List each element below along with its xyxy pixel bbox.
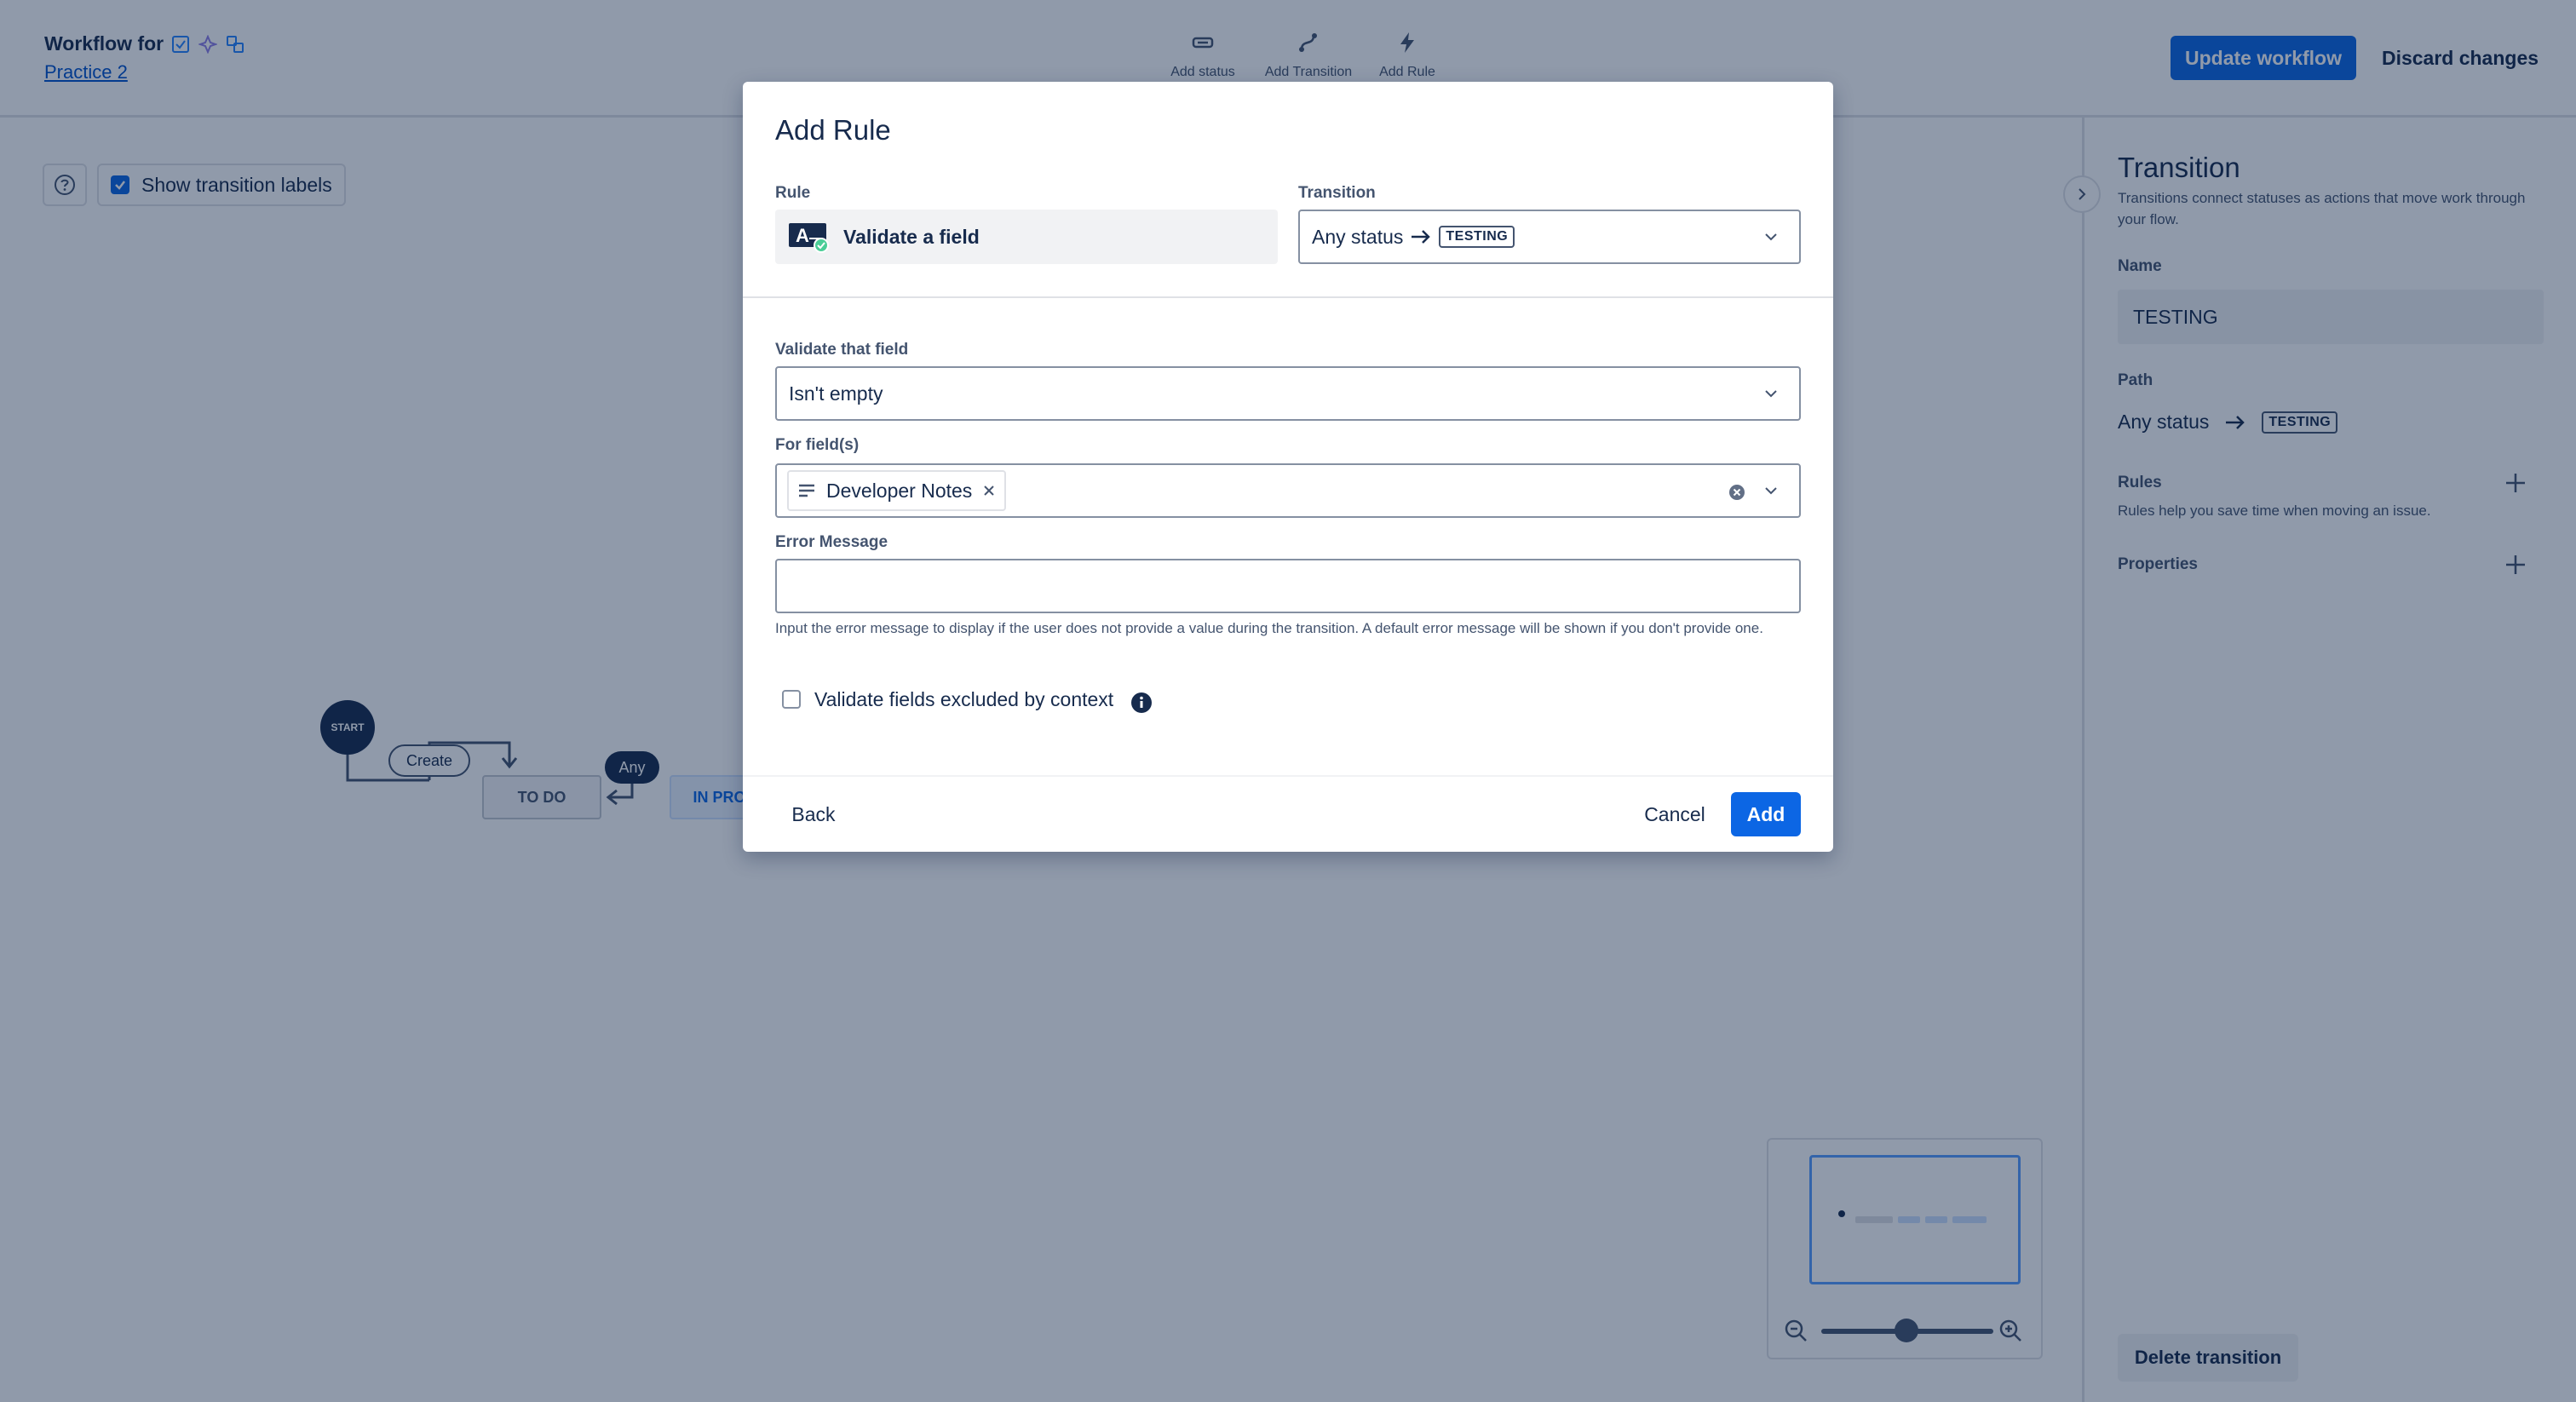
- fields-multiselect[interactable]: Developer Notes: [775, 463, 1801, 518]
- validate-excluded-option[interactable]: Validate fields excluded by context: [782, 685, 1153, 714]
- rule-name: Validate a field: [843, 225, 980, 248]
- transition-to-lozenge: TESTING: [1439, 226, 1515, 248]
- field-chip-label: Developer Notes: [826, 479, 973, 502]
- clear-selection-icon[interactable]: [1728, 483, 1746, 502]
- chevron-down-icon: [1765, 487, 1777, 495]
- field-chip: Developer Notes: [787, 470, 1007, 511]
- chevron-down-icon: [1765, 233, 1777, 241]
- validate-condition-value: Isn't empty: [789, 382, 883, 405]
- error-message-input[interactable]: [775, 559, 1801, 613]
- validate-condition-select[interactable]: Isn't empty: [775, 366, 1801, 421]
- validate-excluded-label: Validate fields excluded by context: [814, 687, 1114, 710]
- arrow-right-icon: [1412, 230, 1431, 244]
- dialog-footer-divider: [743, 775, 1833, 777]
- validate-excluded-checkbox[interactable]: [782, 690, 801, 709]
- error-message-helper: Input the error message to display if th…: [775, 620, 1763, 636]
- cancel-button[interactable]: Cancel: [1630, 792, 1719, 836]
- validate-field-icon: A: [789, 223, 829, 253]
- rule-label: Rule: [775, 184, 811, 202]
- transition-select[interactable]: Any status TESTING: [1298, 210, 1801, 264]
- transition-from: Any status: [1312, 225, 1404, 248]
- selected-rule-card: A Validate a field: [775, 210, 1278, 264]
- fields-label: For field(s): [775, 436, 860, 454]
- text-field-icon: [799, 484, 814, 497]
- dialog-divider: [743, 296, 1833, 298]
- back-button[interactable]: Back: [775, 792, 852, 836]
- chevron-down-icon: [1765, 390, 1777, 398]
- remove-chip-icon[interactable]: [982, 484, 996, 497]
- validate-label: Validate that field: [775, 341, 909, 359]
- info-icon[interactable]: [1130, 692, 1153, 714]
- svg-text:A: A: [796, 225, 809, 246]
- error-message-label: Error Message: [775, 533, 888, 551]
- transition-label: Transition: [1298, 184, 1376, 202]
- dialog-title: Add Rule: [775, 114, 891, 146]
- add-button[interactable]: Add: [1731, 792, 1801, 836]
